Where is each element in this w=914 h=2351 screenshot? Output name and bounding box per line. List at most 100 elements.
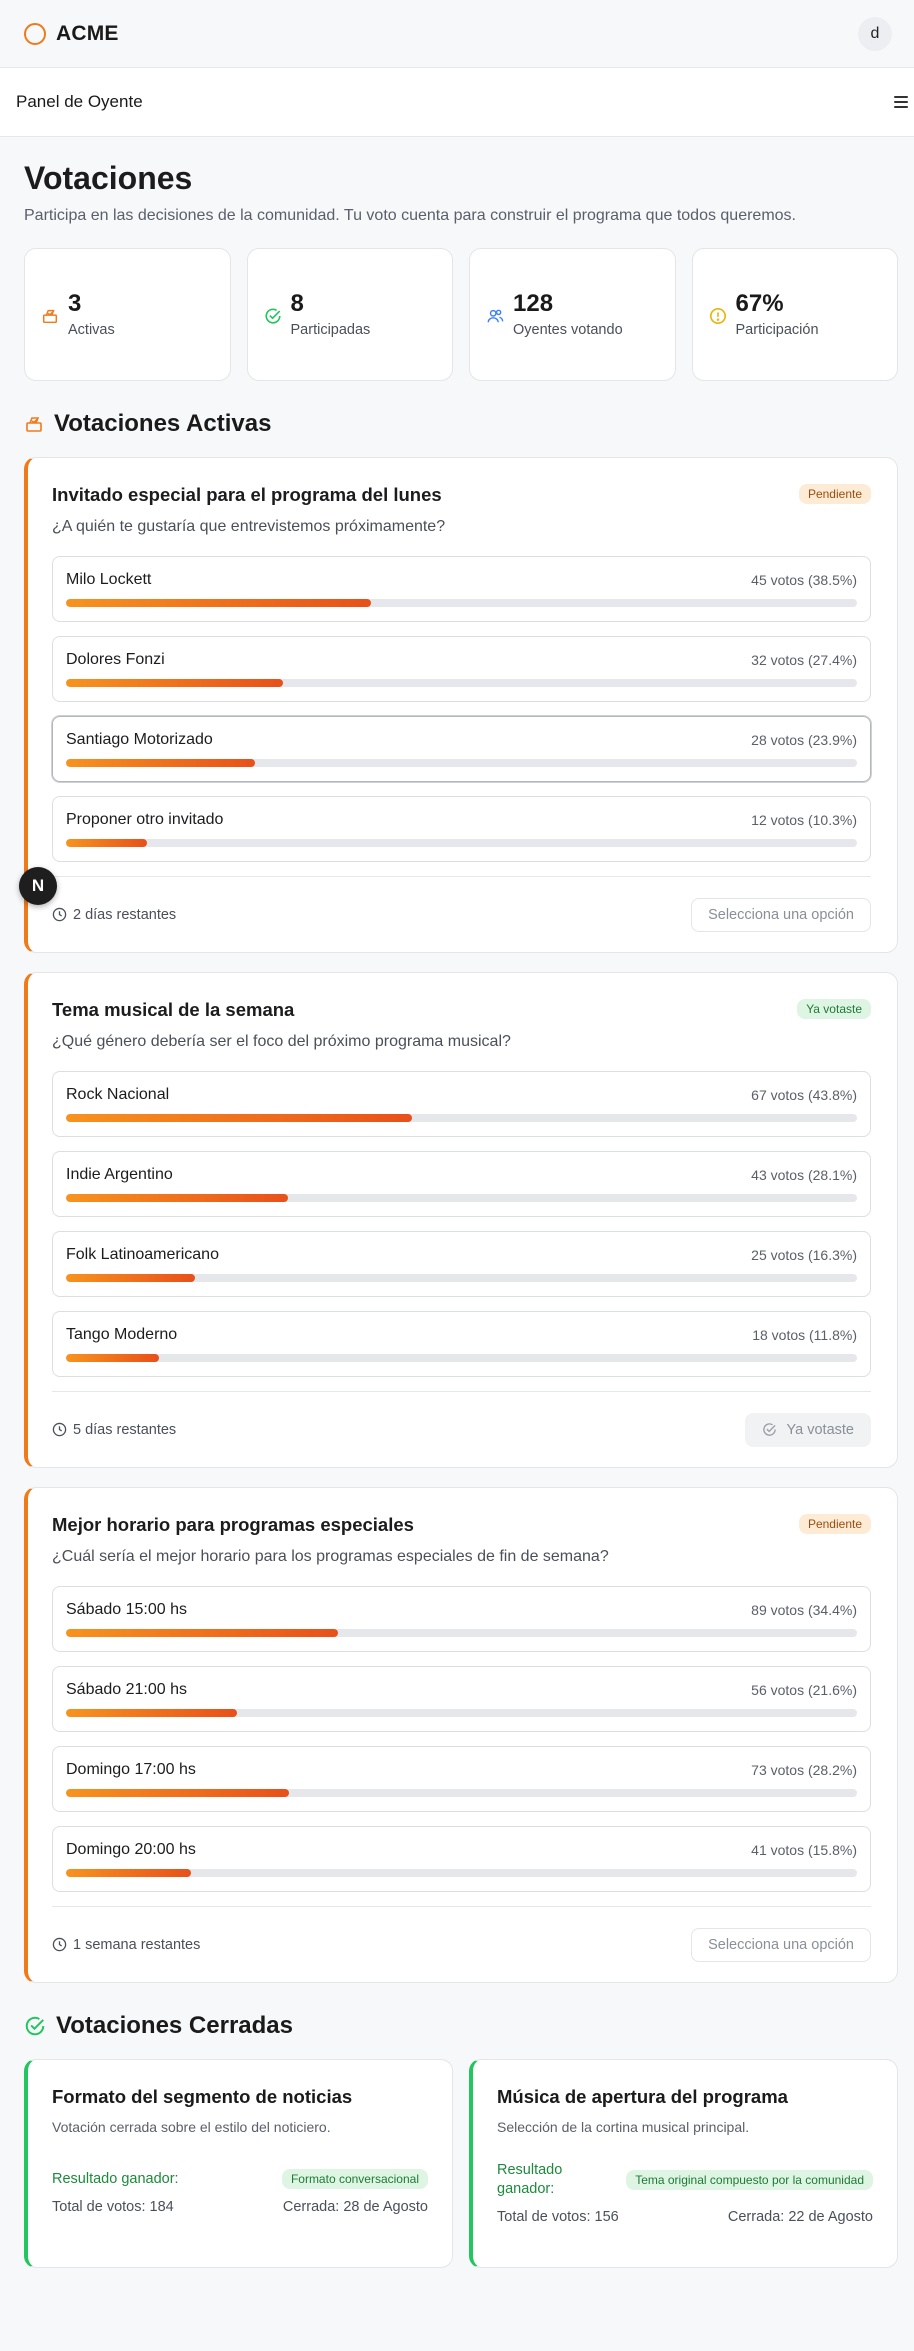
section-title-text: Votaciones Cerradas <box>56 2012 293 2039</box>
progress-fill <box>66 1114 413 1122</box>
poll-question: ¿A quién te gustaría que entrevistemos p… <box>52 518 446 535</box>
poll-question: ¿Cuál sería el mejor horario para los pr… <box>52 1548 609 1565</box>
time-remaining: 2 días restantes <box>52 907 176 923</box>
closed-poll-card: Formato del segmento de noticias Votació… <box>24 2059 453 2268</box>
progress-fill <box>66 1629 339 1637</box>
option-label: Proponer otro invitado <box>66 811 224 828</box>
stat-label: Participadas <box>290 321 371 338</box>
poll-card: Invitado especial para el programa del l… <box>24 457 898 953</box>
closed-section-title: Votaciones Cerradas <box>24 2012 898 2040</box>
poll-option[interactable]: Proponer otro invitado 12 votos (10.3%) <box>52 796 871 862</box>
progress-track <box>66 1354 857 1362</box>
clock-icon <box>52 1937 67 1952</box>
check-circle-icon <box>25 2016 45 2036</box>
poll-title: Mejor horario para programas especiales <box>52 1514 414 1535</box>
poll-option[interactable]: Sábado 15:00 hs 89 votos (34.4%) <box>52 1586 871 1652</box>
result-label: Resultado ganador: <box>52 2171 179 2187</box>
poll-option[interactable]: Domingo 17:00 hs 73 votos (28.2%) <box>52 1746 871 1812</box>
menu-icon[interactable] <box>894 96 908 108</box>
already-voted-button: Ya votaste <box>744 1412 871 1447</box>
progress-track <box>66 1629 857 1637</box>
n-floating-button[interactable]: N <box>19 867 57 905</box>
option-votes: 67 votos (43.8%) <box>751 1087 857 1103</box>
main-content: Votaciones Participa en las decisiones d… <box>0 160 914 2268</box>
total-votes: Total de votos: 184 <box>52 2199 174 2215</box>
avatar[interactable]: d <box>858 16 892 51</box>
closed-date: Cerrada: 22 de Agosto <box>727 2208 873 2225</box>
option-votes: 32 votos (27.4%) <box>751 652 857 668</box>
closed-poll-desc: Selección de la cortina musical principa… <box>497 2119 750 2135</box>
stat-label: Participación <box>735 321 819 338</box>
option-votes: 43 votos (28.1%) <box>751 1167 857 1183</box>
poll-option[interactable]: Sábado 21:00 hs 56 votos (21.6%) <box>52 1666 871 1732</box>
select-option-button[interactable]: Selecciona una opción <box>691 897 871 932</box>
time-remaining-text: 2 días restantes <box>73 906 177 923</box>
progress-fill <box>66 1274 195 1282</box>
option-votes: 18 votos (11.8%) <box>752 1327 857 1343</box>
stat-label: Oyentes votando <box>513 321 623 338</box>
option-label: Indie Argentino <box>66 1166 173 1183</box>
progress-fill <box>66 1869 191 1877</box>
option-label: Rock Nacional <box>66 1086 170 1103</box>
progress-track <box>66 1274 857 1282</box>
poll-footer: 1 semana restantes Selecciona una opción <box>52 1906 871 1982</box>
top-bar: ACME d <box>0 0 914 68</box>
progress-track <box>66 679 857 687</box>
closed-polls-grid: Formato del segmento de noticias Votació… <box>24 2059 898 2268</box>
poll-option[interactable]: Folk Latinoamericano 25 votos (16.3%) <box>52 1231 871 1297</box>
option-votes: 56 votos (21.6%) <box>751 1682 857 1698</box>
option-label: Domingo 20:00 hs <box>66 1841 196 1858</box>
option-label: Sábado 21:00 hs <box>66 1681 187 1698</box>
poll-option[interactable]: Tango Moderno 18 votos (11.8%) <box>52 1311 871 1377</box>
poll-option[interactable]: Rock Nacional 67 votos (43.8%) <box>52 1071 871 1137</box>
option-label: Domingo 17:00 hs <box>66 1761 196 1778</box>
poll-options: Rock Nacional 67 votos (43.8%) Indie Arge… <box>52 1071 871 1377</box>
option-label: Dolores Fonzi <box>66 651 165 668</box>
time-remaining: 5 días restantes <box>52 1422 176 1438</box>
progress-track <box>66 1194 857 1202</box>
ballot-box-icon <box>26 417 42 432</box>
option-label: Sábado 15:00 hs <box>66 1601 187 1618</box>
poll-option[interactable]: Santiago Motorizado 28 votos (23.9%) <box>52 716 871 782</box>
progress-fill <box>66 1354 160 1362</box>
total-votes: Total de votos: 156 <box>497 2208 619 2225</box>
poll-title: Invitado especial para el programa del l… <box>52 484 442 505</box>
stat-value: 8 <box>290 289 304 317</box>
closed-poll-card: Música de apertura del programa Selecció… <box>469 2059 898 2268</box>
alert-circle-icon <box>709 307 726 324</box>
poll-option[interactable]: Milo Lockett 45 votos (38.5%) <box>52 556 871 622</box>
stat-value: 67% <box>735 289 784 317</box>
result-badge: Formato conversacional <box>281 2169 428 2189</box>
poll-option[interactable]: Indie Argentino 43 votos (28.1%) <box>52 1151 871 1217</box>
logo-ring-icon <box>24 22 46 45</box>
result-label: Resultado ganador: <box>497 2162 563 2197</box>
option-votes: 89 votos (34.4%) <box>751 1602 857 1618</box>
progress-track <box>66 1789 857 1797</box>
active-section-title: Votaciones Activas <box>24 410 898 438</box>
status-badge: Pendiente <box>798 484 871 504</box>
poll-option[interactable]: Domingo 20:00 hs 41 votos (15.8%) <box>52 1826 871 1892</box>
time-remaining-text: 5 días restantes <box>73 1421 177 1438</box>
section-title-text: Votaciones Activas <box>54 410 272 437</box>
select-option-button[interactable]: Selecciona una opción <box>691 1927 871 1962</box>
logo[interactable]: ACME <box>56 22 119 46</box>
poll-option[interactable]: Dolores Fonzi 32 votos (27.4%) <box>52 636 871 702</box>
already-voted-label: Ya votaste <box>786 1421 854 1438</box>
users-icon <box>487 309 504 322</box>
option-votes: 45 votos (38.5%) <box>751 572 857 588</box>
closed-poll-desc: Votación cerrada sobre el estilo del not… <box>52 2119 331 2135</box>
option-label: Folk Latinoamericano <box>66 1246 219 1263</box>
option-label: Santiago Motorizado <box>66 731 213 748</box>
poll-footer: 2 días restantes Selecciona una opción <box>52 876 871 952</box>
stat-card-participation: 67% Participación <box>691 248 898 381</box>
check-circle-icon <box>762 1423 776 1436</box>
time-remaining: 1 semana restantes <box>52 1937 200 1953</box>
option-votes: 73 votos (28.2%) <box>751 1762 857 1778</box>
closed-poll-title: Música de apertura del programa <box>497 2086 788 2107</box>
progress-fill <box>66 759 256 767</box>
status-badge: Pendiente <box>798 1514 871 1534</box>
progress-track <box>66 1114 857 1122</box>
option-votes: 41 votos (15.8%) <box>751 1842 857 1858</box>
option-label: Milo Lockett <box>66 571 152 588</box>
progress-track <box>66 839 857 847</box>
